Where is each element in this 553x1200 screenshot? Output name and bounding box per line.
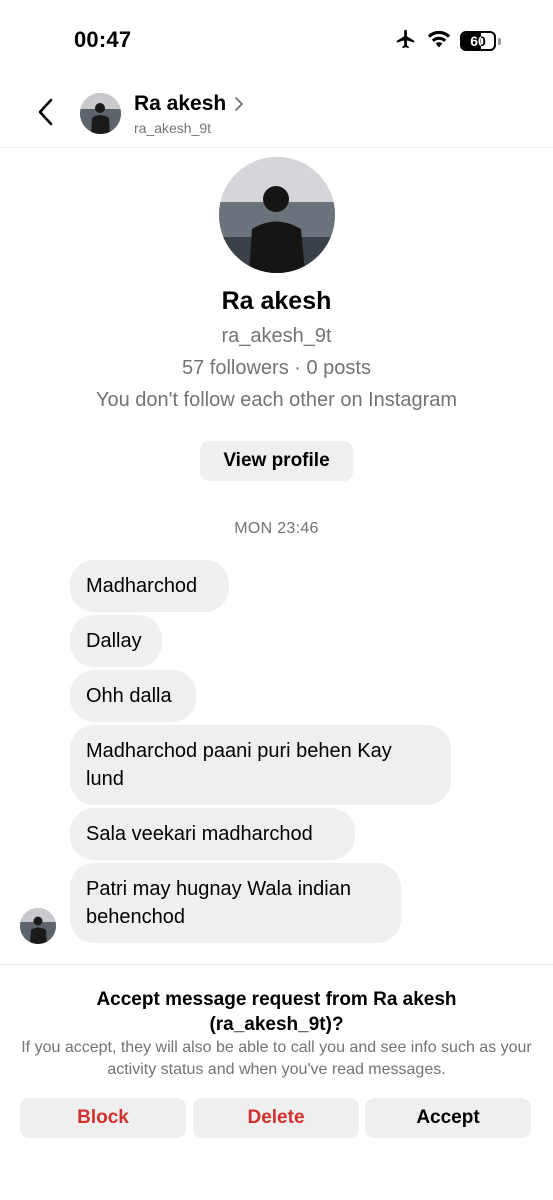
message-text: Sala veekari madharchod [86,823,313,845]
conversation-header: Ra akesh ra_akesh_9t [0,80,553,148]
profile-avatar[interactable] [219,157,335,273]
message-text: Madharchod paani puri behen Kay lund [86,740,392,790]
airplane-icon [394,28,418,55]
message-text: Madharchod [86,575,198,597]
message-text: Dallay [86,630,142,652]
back-arrow-icon [38,98,53,126]
request-title: Accept message request from Ra akesh (ra… [96,989,457,1035]
header-name-link[interactable]: Ra akesh [134,92,244,116]
profile-stats: 57 followers · 0 posts [182,357,371,379]
message-bubble[interactable]: Sala veekari madharchod [70,808,355,860]
message-text: Ohh dalla [86,685,172,707]
header-username: ra_akesh_9t [134,120,212,136]
chevron-right-icon [235,97,244,111]
delete-button[interactable]: Delete [193,1098,359,1138]
message-bubble[interactable]: Ohh dalla [70,670,196,722]
accept-button[interactable]: Accept [365,1098,531,1138]
status-time: 00:47 [74,27,132,52]
header-avatar[interactable] [80,93,121,134]
message-text: Patri may hugnay Wala indian behenchod [86,878,351,928]
status-icons: 60 [394,28,501,55]
view-profile-button[interactable]: View profile [200,441,353,481]
battery-nub [498,37,501,45]
header-name: Ra akesh [134,92,227,115]
message-bubble[interactable]: Madharchod paani puri behen Kay lund [70,725,451,805]
profile-name: Ra akesh [221,287,332,315]
profile-username: ra_akesh_9t [221,325,332,347]
message-bubble[interactable]: Dallay [70,615,162,667]
message-timestamp: MON 23:46 [234,520,319,537]
sender-avatar[interactable] [20,908,56,944]
message-bubble[interactable]: Madharchod [70,560,229,612]
message-request-panel: Accept message request from Ra akesh (ra… [0,964,553,1200]
battery-icon: 60 [460,31,496,51]
message-bubble[interactable]: Patri may hugnay Wala indian behenchod [70,863,401,943]
battery-level: 60 [470,33,486,49]
status-bar: 00:47 60 [0,0,553,80]
block-button[interactable]: Block [20,1098,186,1138]
profile-relationship: You don't follow each other on Instagram [95,389,458,411]
back-button[interactable] [30,94,60,130]
wifi-icon [426,29,452,54]
request-description: If you accept, they will also be able to… [21,1039,532,1078]
